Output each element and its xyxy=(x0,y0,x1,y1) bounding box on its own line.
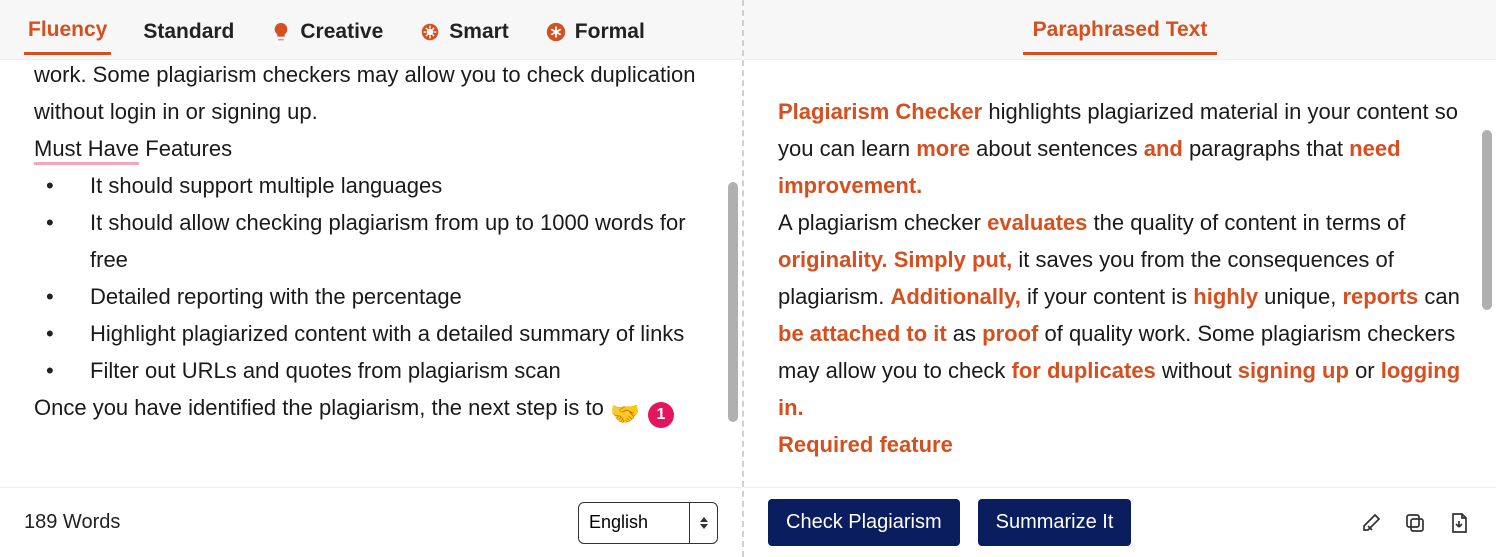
highlight-word[interactable]: evaluates xyxy=(987,210,1093,235)
list-item: Highlight plagiarized content with a det… xyxy=(34,316,708,353)
language-value: English xyxy=(589,512,648,533)
scrollbar-thumb[interactable] xyxy=(1482,130,1492,310)
mode-tabs: Fluency Standard Creative Smart Formal xyxy=(0,0,742,60)
paragraph: Once you have identified the plagiarism,… xyxy=(34,390,708,427)
plain-word: unique, xyxy=(1264,284,1342,309)
highlight-word[interactable]: reports xyxy=(1342,284,1424,309)
word-count: 189 Words xyxy=(24,511,120,534)
tab-paraphrased[interactable]: Paraphrased Text xyxy=(1023,4,1218,55)
output-tab-bar: Paraphrased Text xyxy=(744,0,1496,60)
tab-fluency[interactable]: Fluency xyxy=(24,4,111,55)
tab-smart[interactable]: Smart xyxy=(415,6,513,54)
highlight-word[interactable]: be attached to it xyxy=(778,321,953,346)
input-footer: 189 Words English xyxy=(0,487,742,557)
list-item: It should allow checking plagiarism from… xyxy=(34,205,708,279)
output-scroll-area: Plagiarism Checker highlights plagiarize… xyxy=(744,60,1496,487)
plain-word: A plagiarism checker xyxy=(778,210,987,235)
output-pane: Paraphrased Text Plagiarism Checker high… xyxy=(744,0,1496,557)
lightbulb-icon xyxy=(270,21,292,43)
highlight-word[interactable]: originality. Simply put, xyxy=(778,247,1018,272)
highlight-word[interactable]: Additionally, xyxy=(890,284,1026,309)
output-footer: Check Plagiarism Summarize It xyxy=(744,487,1496,557)
highlight-word[interactable]: and xyxy=(1144,136,1189,161)
tab-label: Standard xyxy=(143,20,234,44)
suggestion-badge[interactable]: 🤝 1 xyxy=(610,400,674,429)
input-pane: Fluency Standard Creative Smart Formal a… xyxy=(0,0,744,557)
tab-standard[interactable]: Standard xyxy=(139,6,238,54)
badge-count: 1 xyxy=(648,402,674,428)
plain-word: as xyxy=(953,321,982,346)
tab-formal[interactable]: Formal xyxy=(541,6,649,54)
plain-word: paragraphs that xyxy=(1189,136,1349,161)
plain-word: if your content is xyxy=(1027,284,1193,309)
heading-must-have: Must Have Features xyxy=(34,131,708,168)
highlight-word[interactable]: highly xyxy=(1193,284,1264,309)
copy-icon[interactable] xyxy=(1402,510,1428,536)
plain-word: about sentences xyxy=(976,136,1144,161)
input-text[interactable]: attach the report with your content as s… xyxy=(0,60,742,426)
tab-label: Fluency xyxy=(28,18,107,42)
handshake-icon: 🤝 xyxy=(610,400,640,429)
highlight-word[interactable]: signing up xyxy=(1238,358,1355,383)
list-item: Detailed reporting with the percentage xyxy=(34,279,708,316)
highlight-word[interactable]: proof xyxy=(982,321,1044,346)
gear-head-icon xyxy=(419,21,441,43)
highlight-word[interactable]: Plagiarism Checker xyxy=(778,99,988,124)
highlight-word[interactable]: Required feature xyxy=(778,432,953,457)
download-icon[interactable] xyxy=(1446,510,1472,536)
tab-label: Formal xyxy=(575,20,645,44)
highlight-word[interactable]: for duplicates xyxy=(1012,358,1162,383)
underlined-text: Must Have xyxy=(34,136,139,165)
paraphrased-text[interactable]: Plagiarism Checker highlights plagiarize… xyxy=(744,94,1496,464)
plain-word: the quality of content in terms of xyxy=(1094,210,1406,235)
input-scroll-area: attach the report with your content as s… xyxy=(0,60,742,487)
tab-creative[interactable]: Creative xyxy=(266,6,387,54)
check-plagiarism-button[interactable]: Check Plagiarism xyxy=(768,499,960,546)
paragraph: attach the report with your content as s… xyxy=(34,60,708,131)
erase-icon[interactable] xyxy=(1358,510,1384,536)
list-item: It should support multiple languages xyxy=(34,168,708,205)
scrollbar-thumb[interactable] xyxy=(728,182,738,422)
language-select[interactable]: English xyxy=(578,502,718,544)
highlight-word[interactable]: more xyxy=(916,136,976,161)
feature-list: It should support multiple languages It … xyxy=(34,168,708,390)
tab-label: Smart xyxy=(449,20,509,44)
summarize-button[interactable]: Summarize It xyxy=(978,499,1132,546)
plain-word: without xyxy=(1162,358,1238,383)
plain-word: or xyxy=(1355,358,1381,383)
tab-label: Creative xyxy=(300,20,383,44)
list-item: Filter out URLs and quotes from plagiari… xyxy=(34,353,708,390)
stepper-arrows-icon xyxy=(689,503,717,543)
plain-word: can xyxy=(1424,284,1459,309)
asterisk-icon xyxy=(545,21,567,43)
